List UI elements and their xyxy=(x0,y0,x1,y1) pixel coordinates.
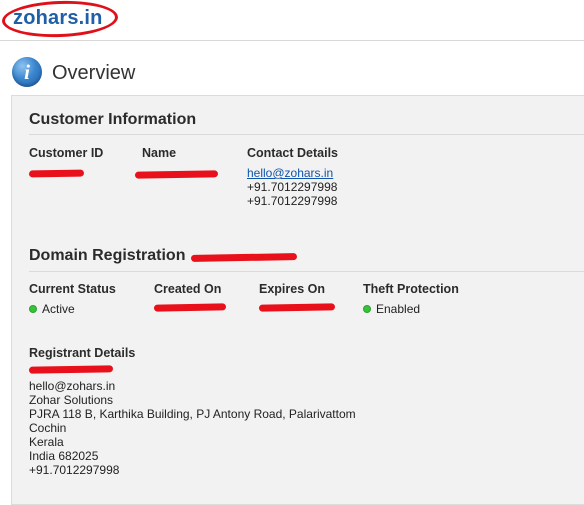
divider xyxy=(29,134,584,135)
redacted-domain-id xyxy=(190,253,298,262)
name-label: Name xyxy=(142,146,177,160)
site-logo[interactable]: zohars.in xyxy=(13,7,103,30)
registrant-country-zip: India 682025 xyxy=(29,449,99,463)
theft-protection-label: Theft Protection xyxy=(363,282,459,296)
redacted-name xyxy=(134,170,219,179)
registrant-city: Cochin xyxy=(29,421,67,435)
expires-on-label: Expires On xyxy=(259,282,325,296)
redacted-expires-on xyxy=(258,303,336,312)
registrant-address-block: hello@zohars.in Zohar Solutions PJRA 118… xyxy=(29,379,356,477)
registrant-company: Zohar Solutions xyxy=(29,393,114,407)
registrant-address: PJRA 118 B, Karthika Building, PJ Antony… xyxy=(29,407,356,421)
current-status-value: Active xyxy=(29,302,75,316)
status-active-dot xyxy=(29,305,37,313)
redacted-created-on xyxy=(153,303,227,312)
customer-id-label: Customer ID xyxy=(29,146,104,160)
theft-protection-value: Enabled xyxy=(363,302,420,316)
redacted-registrant-name xyxy=(28,365,114,374)
current-status-label: Current Status xyxy=(29,282,116,296)
contact-details-label: Contact Details xyxy=(247,146,338,160)
status-enabled-dot xyxy=(363,305,371,313)
created-on-label: Created On xyxy=(154,282,222,296)
top-bar: zohars.in xyxy=(0,0,584,41)
contact-phone-alt: +91.7012297998 xyxy=(247,194,338,208)
contact-phone: +91.7012297998 xyxy=(247,180,338,194)
redacted-customer-id xyxy=(28,169,85,178)
overview-panel: Customer Information Customer ID Name Co… xyxy=(11,95,584,505)
registrant-details-label: Registrant Details xyxy=(29,346,136,360)
domain-registration-heading: Domain Registration xyxy=(29,247,186,264)
customer-info-heading: Customer Information xyxy=(29,111,197,128)
registrant-email: hello@zohars.in xyxy=(29,379,116,393)
registrant-state: Kerala xyxy=(29,435,64,449)
contact-email-link[interactable]: hello@zohars.in xyxy=(247,166,333,180)
info-icon: i xyxy=(12,57,42,87)
registrant-phone: +91.7012297998 xyxy=(29,463,120,477)
page-title: Overview xyxy=(52,62,136,84)
divider xyxy=(29,271,584,272)
